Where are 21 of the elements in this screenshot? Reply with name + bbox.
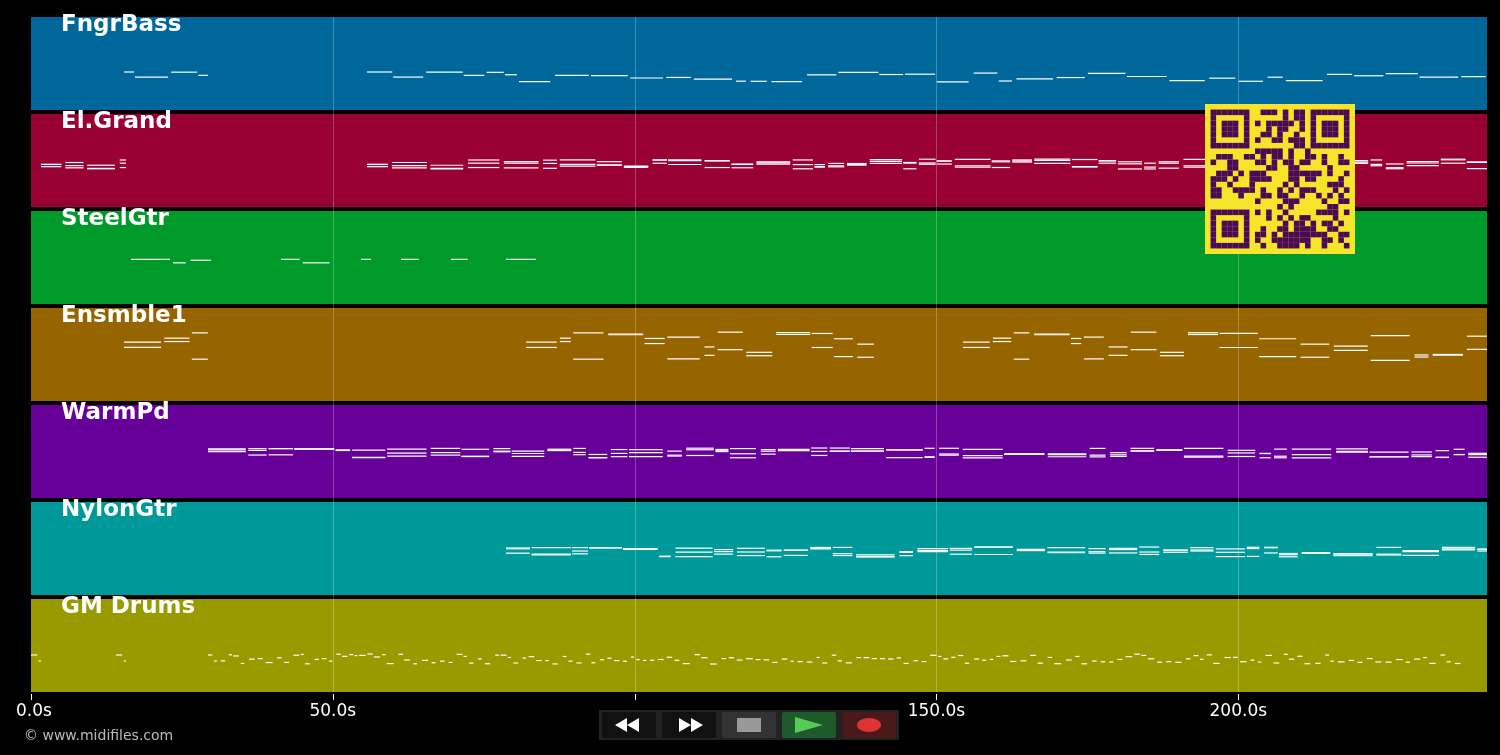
play-icon [795, 717, 823, 733]
stop-icon [737, 718, 761, 732]
track-name: WarmPd [61, 398, 170, 424]
track-name: FngrBass [61, 10, 182, 36]
rewind-button[interactable] [602, 712, 656, 738]
track-name: El.Grand [61, 107, 172, 133]
track-name: SteelGtr [61, 204, 169, 230]
qr-code-icon [1205, 104, 1355, 254]
play-button[interactable] [782, 712, 836, 738]
time-label: 0.0s [16, 700, 52, 720]
fast-forward-button[interactable] [662, 712, 716, 738]
record-icon [857, 718, 881, 732]
track-name: Ensmble1 [61, 301, 187, 327]
track-name: NylonGtr [61, 495, 177, 521]
time-label: 200.0s [1209, 700, 1268, 720]
time-label: 50.0s [309, 700, 357, 720]
track-name: GM Drums [61, 592, 196, 618]
credit-text: © www.midifiles.com [24, 727, 174, 743]
record-button[interactable] [842, 712, 896, 738]
stop-button[interactable] [722, 712, 776, 738]
time-label: 150.0s [907, 700, 966, 720]
